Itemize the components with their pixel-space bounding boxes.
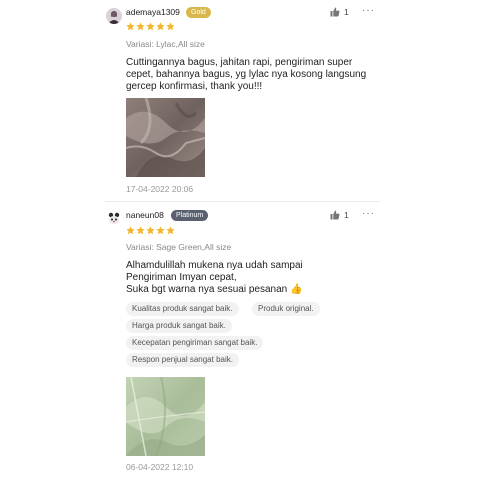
review-tag: Kecepatan pengiriman sangat baik. [126, 336, 264, 350]
reviewer-username[interactable]: naneun08 [126, 210, 164, 220]
star-icon [166, 226, 175, 235]
star-icon [166, 22, 175, 31]
reviewer-username[interactable]: ademaya1309 [126, 7, 180, 17]
star-icon [136, 226, 145, 235]
avatar[interactable] [106, 210, 122, 226]
review-tag: Produk original. [252, 302, 320, 316]
comment-line: Alhamdulillah mukena nya udah sampai [126, 260, 303, 271]
review-date: 06-04-2022 12:10 [126, 462, 194, 472]
review-tag: Respon penjual sangat baik. [126, 353, 239, 367]
divider [105, 201, 380, 202]
comment-line: Pengiriman Imyan cepat, [126, 272, 237, 283]
review-photo[interactable] [126, 377, 205, 456]
star-icon [126, 226, 135, 235]
star-rating [126, 22, 175, 31]
like-count: 1 [344, 210, 349, 220]
star-icon [126, 22, 135, 31]
variant-label: Variasi: Sage Green,All size [126, 242, 232, 252]
star-icon [146, 226, 155, 235]
like-button[interactable]: 1 [330, 7, 349, 17]
comment-line: cepet, bahannya bagus, yg lylac nya koso… [126, 69, 367, 80]
star-icon [136, 22, 145, 31]
star-icon [146, 22, 155, 31]
thumbs-up-icon [330, 210, 340, 220]
star-icon [156, 226, 165, 235]
review-comment: Cuttingannya bagus, jahitan rapi, pengir… [126, 57, 376, 93]
review-comment: Alhamdulillah mukena nya udah sampai Pen… [126, 260, 376, 296]
star-rating [126, 226, 175, 235]
like-count: 1 [344, 7, 349, 17]
more-options-button[interactable]: ··· [362, 208, 375, 219]
review-photo[interactable] [126, 98, 205, 177]
more-options-button[interactable]: ··· [362, 5, 375, 16]
thumbs-up-icon [330, 7, 340, 17]
review-tag: Kualitas produk sangat baik. [126, 302, 239, 316]
avatar[interactable] [106, 8, 122, 24]
membership-badge: Platinum [171, 210, 209, 221]
comment-line: gercep konfirmasi, thank you!!! [126, 81, 263, 92]
comment-line: Cuttingannya bagus, jahitan rapi, pengir… [126, 57, 353, 68]
review-date: 17-04-2022 20:06 [126, 184, 194, 194]
comment-line: Suka bgt warna nya sesuai pesanan 👍 [126, 284, 303, 295]
membership-badge: Gold [186, 7, 211, 18]
variant-label: Variasi: Lylac,All size [126, 39, 205, 49]
star-icon [156, 22, 165, 31]
review-tag: Harga produk sangat baik. [126, 319, 232, 333]
like-button[interactable]: 1 [330, 210, 349, 220]
